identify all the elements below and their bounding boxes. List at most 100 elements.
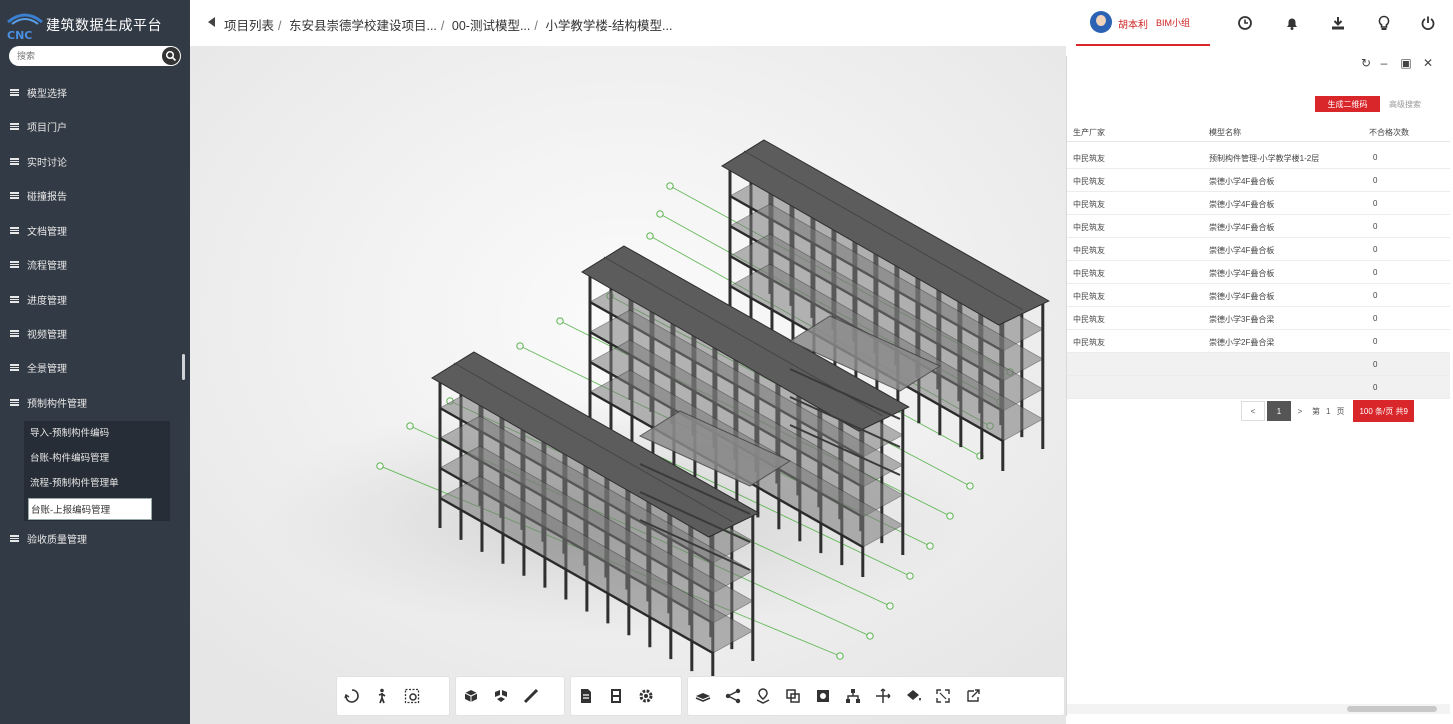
settings-button[interactable]	[631, 681, 661, 711]
table-row[interactable]: 中民筑友 崇德小学3F叠合梁 0	[1067, 307, 1450, 330]
clock-icon[interactable]	[1236, 14, 1254, 32]
fullscreen-button[interactable]	[928, 681, 958, 711]
submenu-flow-prefab-order[interactable]: 流程-预制构件管理单	[28, 471, 170, 493]
menu-icon	[10, 157, 19, 165]
breadcrumb-project-list[interactable]: 项目列表	[224, 19, 274, 33]
scrollbar-thumb[interactable]	[1347, 706, 1437, 712]
submenu-import-prefab-code[interactable]: 导入-预制构件编码	[28, 421, 170, 443]
cell-fail-count: 0	[1373, 222, 1378, 231]
table-row[interactable]: 中民筑友 崇德小学4F叠合板 0	[1067, 169, 1450, 192]
breadcrumb-test-model[interactable]: 00-测试模型...	[452, 19, 531, 33]
cell-maker: 中民筑友	[1073, 338, 1105, 347]
menu-label: 进度管理	[27, 295, 67, 307]
table-row[interactable]: 中民筑友 崇德小学4F叠合板 0	[1067, 261, 1450, 284]
walk-button[interactable]	[367, 681, 397, 711]
cell-model-name: 预制构件管理-小学教学楼1-2层	[1209, 154, 1320, 163]
map-icon	[756, 688, 770, 704]
table-row[interactable]: 中民筑友 崇德小学4F叠合板 0	[1067, 284, 1450, 307]
menu-video-management[interactable]: 视频管理	[0, 322, 190, 344]
column-header-fail-count[interactable]: 不合格次数	[1369, 127, 1409, 138]
prev-page-button[interactable]: <	[1241, 401, 1265, 421]
menu-process-management[interactable]: 流程管理	[0, 253, 190, 275]
cell-maker: 中民筑友	[1073, 292, 1105, 301]
export-button[interactable]	[958, 681, 988, 711]
table-row[interactable]: 中民筑友 崇德小学4F叠合板 0	[1067, 238, 1450, 261]
menu-document-management[interactable]: 文档管理	[0, 219, 190, 241]
table-row[interactable]: 中民筑友 崇德小学4F叠合板 0	[1067, 192, 1450, 215]
table-row[interactable]: 中民筑友 崇德小学2F叠合梁 0	[1067, 330, 1450, 353]
table-row[interactable]: 中民筑友 预制构件管理-小学教学楼1-2层 0	[1067, 146, 1450, 169]
goto-page-input[interactable]: 1	[1326, 407, 1330, 416]
zoom-window-button[interactable]	[397, 681, 427, 711]
submenu-ledger-component-code[interactable]: 台账-构件编码管理	[28, 446, 170, 468]
user-menu[interactable]: 胡本利 BIM小组	[1076, 0, 1210, 46]
orbit-button[interactable]	[337, 681, 367, 711]
table-row[interactable]: 中民筑友 崇德小学4F叠合板 0	[1067, 215, 1450, 238]
total-count: 共9	[1395, 406, 1408, 416]
hierarchy-button[interactable]	[838, 681, 868, 711]
share-button[interactable]	[718, 681, 748, 711]
menu-progress-management[interactable]: 进度管理	[0, 288, 190, 310]
submenu-ledger-report-code[interactable]: 台账-上报编码管理	[28, 498, 152, 520]
horizontal-scrollbar[interactable]	[1067, 704, 1450, 714]
explode-button[interactable]	[486, 681, 516, 711]
close-icon[interactable]: ✕	[1421, 56, 1435, 70]
back-arrow-icon[interactable]	[208, 17, 215, 27]
menu-icon	[10, 295, 19, 303]
menu-icon	[10, 398, 19, 406]
menu-acceptance-quality[interactable]: 验收质量管理	[0, 527, 190, 549]
properties-button[interactable]	[571, 681, 601, 711]
cell-model-name: 崇德小学4F叠合板	[1209, 292, 1275, 301]
menu-project-portal[interactable]: 项目门户	[0, 115, 190, 137]
map-button[interactable]	[748, 681, 778, 711]
download-icon[interactable]	[1329, 14, 1347, 32]
lightbulb-icon[interactable]	[1375, 14, 1393, 32]
page-size-select[interactable]: 100 条/页 共9	[1353, 400, 1414, 422]
cell-fail-count: 0	[1373, 383, 1378, 392]
menu-panorama-management[interactable]: 全景管理	[0, 356, 190, 378]
minimize-icon[interactable]: –	[1377, 56, 1391, 70]
sidebar: CNC 建筑数据生成平台 模型选择 项目门户 实时讨论 碰撞报告 文档管理 流程…	[0, 0, 190, 724]
cell-fail-count: 0	[1373, 291, 1378, 300]
generate-qrcode-button[interactable]: 生成二维码	[1315, 96, 1380, 112]
measure-button[interactable]	[516, 681, 546, 711]
camera-button[interactable]	[808, 681, 838, 711]
menu-model-select[interactable]: 模型选择	[0, 81, 190, 103]
section-icon	[786, 689, 800, 703]
page-size-label: 100 条/页	[1359, 406, 1394, 416]
breadcrumb-separator: /	[278, 19, 282, 33]
bucket-button[interactable]	[898, 681, 928, 711]
menu-clash-report[interactable]: 碰撞报告	[0, 184, 190, 206]
menu-label: 验收质量管理	[27, 534, 87, 546]
view-cube-button[interactable]	[456, 681, 486, 711]
maximize-icon[interactable]: ▣	[1399, 56, 1413, 70]
move-button[interactable]	[868, 681, 898, 711]
save-button[interactable]	[601, 681, 631, 711]
prefab-list-panel: ↻ – ▣ ✕ 生成二维码 高级搜索 生产厂家 模型名称 不合格次数 中民筑友 预…	[1066, 56, 1450, 716]
next-page-button[interactable]: >	[1293, 401, 1307, 421]
menu-icon	[10, 88, 19, 96]
model-tree-button[interactable]	[688, 681, 718, 711]
advanced-search-button[interactable]: 高级搜索	[1383, 96, 1427, 112]
app-root: CNC 建筑数据生成平台 模型选择 项目门户 实时讨论 碰撞报告 文档管理 流程…	[0, 0, 1453, 724]
search-button[interactable]	[162, 47, 180, 65]
section-button[interactable]	[778, 681, 808, 711]
sidebar-resize-handle[interactable]	[182, 354, 185, 380]
menu-prefab-management[interactable]: 预制构件管理	[0, 391, 190, 413]
current-page-button[interactable]: 1	[1267, 401, 1291, 421]
column-header-model-name[interactable]: 模型名称	[1209, 127, 1241, 138]
column-header-maker[interactable]: 生产厂家	[1073, 127, 1105, 138]
bell-icon[interactable]	[1283, 14, 1301, 32]
cell-model-name: 崇德小学4F叠合板	[1209, 177, 1275, 186]
cell-fail-count: 0	[1373, 176, 1378, 185]
search-input[interactable]	[17, 48, 157, 64]
refresh-icon[interactable]: ↻	[1359, 56, 1373, 70]
menu-realtime-discussion[interactable]: 实时讨论	[0, 150, 190, 172]
building-model-scene[interactable]	[190, 46, 1066, 724]
power-icon[interactable]	[1419, 14, 1437, 32]
avatar	[1090, 11, 1112, 33]
breadcrumb-project[interactable]: 东安县崇德学校建设项目...	[289, 19, 437, 33]
model-viewport[interactable]	[190, 46, 1066, 724]
grid-axis-bubble	[926, 542, 934, 550]
menu-label: 预制构件管理	[27, 398, 87, 410]
